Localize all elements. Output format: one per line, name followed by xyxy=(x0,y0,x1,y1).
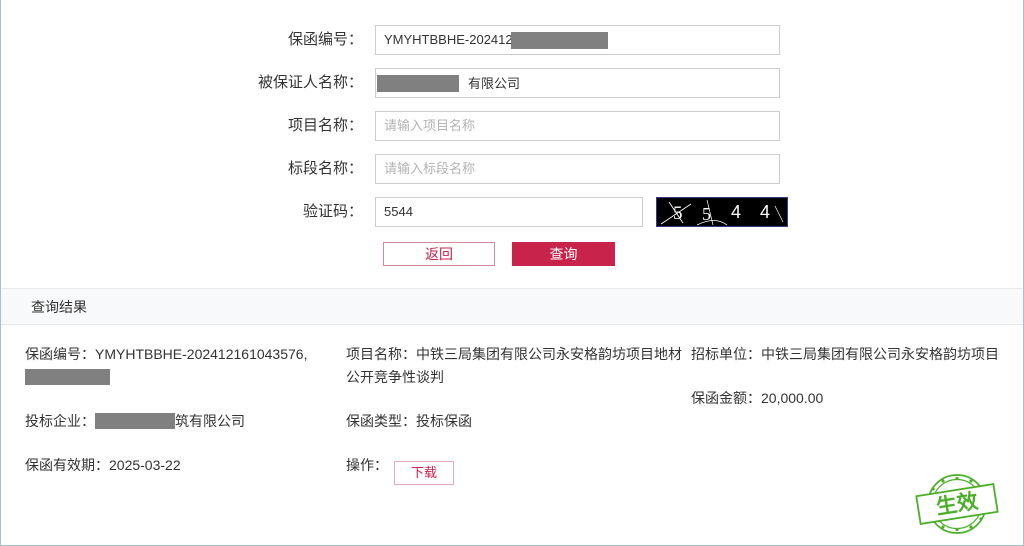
result-project-name: 项目名称：中铁三局集团有限公司永安格韵坊项目地材公开竞争性谈判 xyxy=(346,343,691,389)
captcha-input[interactable] xyxy=(375,196,643,227)
section-name-input[interactable] xyxy=(375,153,780,184)
redaction-block-guarantee-no xyxy=(511,31,608,49)
guarantee-query-page: 保函编号： 被保证人名称： 有限公司 项目名称： 标段名称： xyxy=(0,0,1024,546)
label-guaranteed-party: 被保证人名称： xyxy=(257,74,363,91)
control-project-name xyxy=(375,110,780,141)
form-row-guaranteed-party: 被保证人名称： 有限公司 xyxy=(1,61,1023,104)
result-guarantee-type-label: 保函类型： xyxy=(346,413,416,429)
redaction-block-guaranteed-party xyxy=(377,74,459,92)
result-tenderer: 招标单位：中铁三局集团有限公司永安格韵坊项目 xyxy=(691,343,1001,366)
result-validity: 保函有效期：2025-03-22 xyxy=(25,454,346,477)
control-captcha: 5 5 4 4 xyxy=(375,196,788,227)
guaranteed-party-value: 有限公司 xyxy=(468,75,521,91)
svg-text:4: 4 xyxy=(731,202,741,222)
result-tenderer-label: 招标单位： xyxy=(691,346,761,362)
result-project-name-label: 项目名称： xyxy=(346,346,416,362)
project-name-input[interactable] xyxy=(375,110,780,141)
result-guarantee-no-label: 保函编号： xyxy=(25,346,95,362)
results-column-2: 项目名称：中铁三局集团有限公司永安格韵坊项目地材公开竞争性谈判 保函类型：投标保… xyxy=(346,343,691,506)
redaction-block-result-bidder xyxy=(95,413,175,429)
result-bidder: 投标企业： 筑有限公司 xyxy=(25,410,346,433)
result-amount-label: 保函金额： xyxy=(691,390,761,406)
result-amount-value: 20,000.00 xyxy=(761,390,824,406)
result-amount: 保函金额：20,000.00 xyxy=(691,387,1001,410)
form-row-section-name: 标段名称： xyxy=(1,147,1023,190)
result-guarantee-no: 保函编号：YMYHTBBHE-202412161043576, xyxy=(25,343,346,389)
query-form: 保函编号： 被保证人名称： 有限公司 项目名称： 标段名称： xyxy=(1,0,1023,275)
result-action-label: 操作： xyxy=(346,457,388,473)
back-button[interactable]: 返回 xyxy=(383,242,495,266)
results-grid: 保函编号：YMYHTBBHE-202412161043576, 投标企业： 筑有限… xyxy=(1,325,1023,506)
control-section-name xyxy=(375,153,780,184)
redaction-block-result-guarantee-no xyxy=(25,369,110,385)
result-validity-label: 保函有效期： xyxy=(25,457,109,473)
result-bidder-label: 投标企业： xyxy=(25,413,95,429)
form-row-project-name: 项目名称： xyxy=(1,104,1023,147)
label-section-name: 标段名称： xyxy=(287,160,363,177)
result-guarantee-type-value: 投标保函 xyxy=(416,413,472,429)
label-project-name: 项目名称： xyxy=(287,117,363,134)
results-section-header: 查询结果 xyxy=(1,288,1023,325)
result-bidder-value: 筑有限公司 xyxy=(175,413,245,429)
result-tenderer-value: 中铁三局集团有限公司永安格韵坊项目 xyxy=(761,346,999,362)
control-guarantee-no xyxy=(375,24,780,55)
result-guarantee-no-value: YMYHTBBHE-202412161043576, xyxy=(95,346,308,362)
effective-stamp-icon: 生效 xyxy=(905,469,1009,539)
query-button[interactable]: 查询 xyxy=(512,242,615,266)
label-guarantee-no: 保函编号： xyxy=(287,31,363,48)
label-captcha: 验证码： xyxy=(302,203,363,220)
svg-text:4: 4 xyxy=(760,202,770,222)
form-row-captcha: 验证码： 5 5 4 4 xyxy=(1,190,1023,233)
result-guarantee-type: 保函类型：投标保函 xyxy=(346,410,691,433)
form-row-guarantee-no: 保函编号： xyxy=(1,18,1023,61)
results-column-1: 保函编号：YMYHTBBHE-202412161043576, 投标企业： 筑有限… xyxy=(1,343,346,506)
control-guaranteed-party: 有限公司 xyxy=(375,67,780,98)
result-validity-value: 2025-03-22 xyxy=(109,457,181,473)
form-button-row: 返回 查询 xyxy=(1,233,1023,275)
download-button[interactable]: 下载 xyxy=(394,461,454,485)
result-action: 操作： 下载 xyxy=(346,454,691,485)
captcha-image[interactable]: 5 5 4 4 xyxy=(656,196,788,227)
